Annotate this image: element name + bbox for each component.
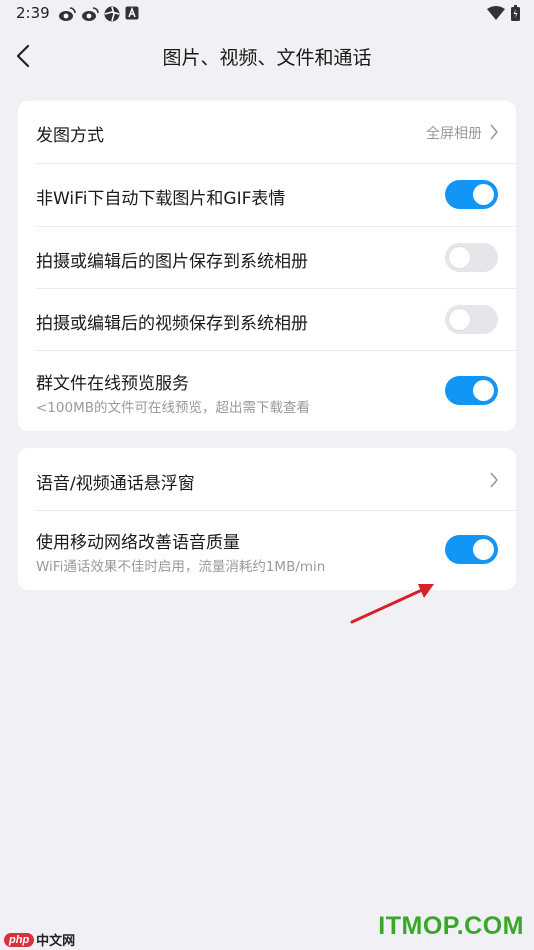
- mobile-network-label: 使用移动网络改善语音质量: [36, 533, 240, 553]
- save-videos-toggle[interactable]: [445, 305, 498, 334]
- weibo-icon: [59, 7, 76, 21]
- save-photos-row: 拍摄或编辑后的图片保存到系统相册: [18, 227, 516, 288]
- file-preview-sub: <100MB的文件可在线预览，超出需下载查看: [36, 400, 310, 416]
- file-preview-label: 群文件在线预览服务: [36, 374, 189, 394]
- font-a-icon: [125, 6, 139, 20]
- page-title: 图片、视频、文件和通话: [162, 47, 372, 69]
- mobile-network-sub: WiFi通话效果不佳时启用，流量消耗约1MB/min: [36, 559, 326, 575]
- top-bar: 图片、视频、文件和通话: [0, 28, 534, 84]
- float-window-label: 语音/视频通话悬浮窗: [36, 474, 195, 494]
- save-videos-label: 拍摄或编辑后的视频保存到系统相册: [36, 314, 308, 334]
- mobile-network-toggle[interactable]: [445, 535, 498, 564]
- toggle-knob: [473, 380, 494, 401]
- photo-mode-row[interactable]: 发图方式 全屏相册: [18, 101, 516, 163]
- photo-mode-label: 发图方式: [36, 126, 104, 146]
- aperture-icon: [104, 6, 120, 22]
- settings-card-calls: 语音/视频通话悬浮窗 使用移动网络改善语音质量 WiFi通话效果不佳时启用，流量…: [18, 448, 516, 590]
- weibo-icon: [82, 7, 99, 21]
- annotation-arrow-icon: [350, 584, 434, 624]
- status-bar: 2:39: [0, 0, 534, 28]
- file-preview-toggle[interactable]: [445, 376, 498, 405]
- toggle-knob: [473, 184, 494, 205]
- float-window-row[interactable]: 语音/视频通话悬浮窗: [18, 448, 516, 510]
- php-watermark-text: 中文网: [36, 934, 76, 949]
- save-photos-toggle[interactable]: [445, 243, 498, 272]
- auto-download-toggle[interactable]: [445, 180, 498, 209]
- auto-download-label: 非WiFi下自动下载图片和GIF表情: [36, 189, 286, 209]
- settings-card-media: 发图方式 全屏相册 非WiFi下自动下载图片和GIF表情 拍摄或编辑后的图片保存…: [18, 101, 516, 431]
- chevron-right-icon: [490, 472, 499, 488]
- save-photos-label: 拍摄或编辑后的图片保存到系统相册: [36, 252, 308, 272]
- toggle-knob: [449, 309, 470, 330]
- chevron-right-icon: [490, 124, 499, 140]
- itmop-watermark: ITMOP.COM: [378, 912, 524, 940]
- wifi-icon: [487, 6, 505, 20]
- auto-download-row: 非WiFi下自动下载图片和GIF表情: [18, 164, 516, 226]
- toggle-knob: [473, 539, 494, 560]
- status-time: 2:39: [16, 4, 50, 22]
- toggle-knob: [449, 247, 470, 268]
- php-badge: php: [4, 932, 35, 947]
- mobile-network-row: 使用移动网络改善语音质量 WiFi通话效果不佳时启用，流量消耗约1MB/min: [18, 511, 516, 590]
- save-videos-row: 拍摄或编辑后的视频保存到系统相册: [18, 289, 516, 350]
- php-watermark: php 中文网: [4, 930, 75, 949]
- photo-mode-value: 全屏相册: [426, 126, 482, 142]
- file-preview-row: 群文件在线预览服务 <100MB的文件可在线预览，超出需下载查看: [18, 351, 516, 431]
- battery-icon: [511, 5, 520, 21]
